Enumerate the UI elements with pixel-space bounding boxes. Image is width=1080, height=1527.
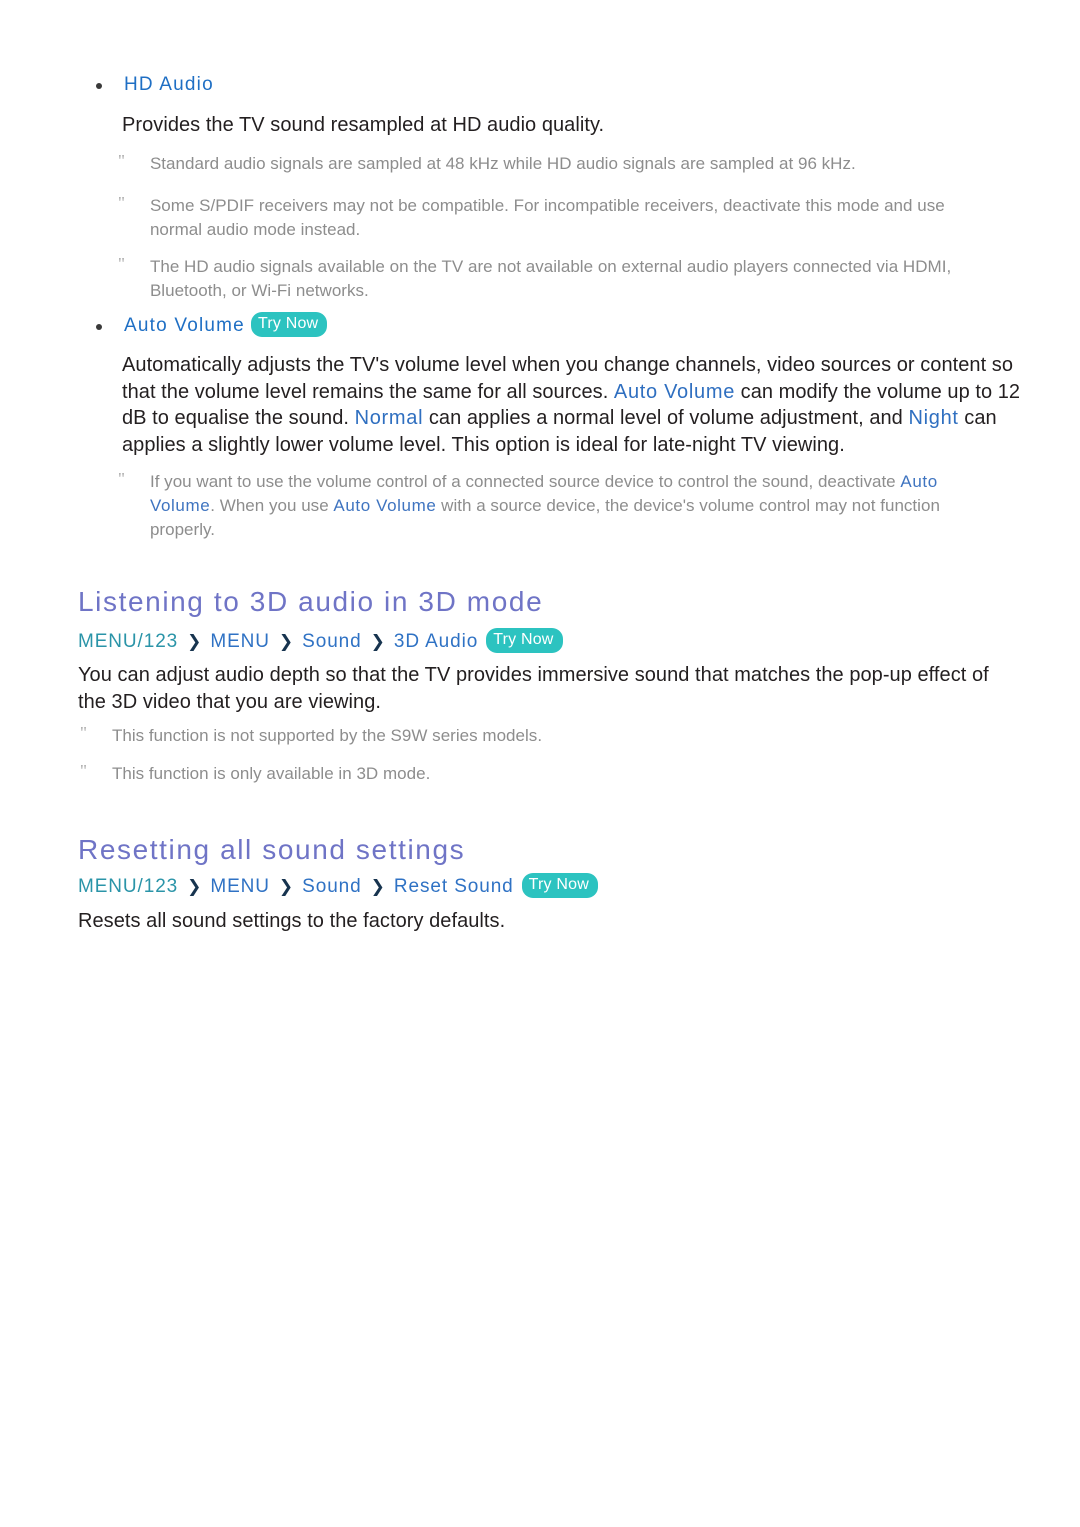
note-item: " This function is only available in 3D … [80, 761, 980, 786]
breadcrumb-item-menu123[interactable]: MENU/123 [78, 876, 178, 898]
chevron-right-icon: ❯ [278, 631, 294, 651]
breadcrumb-item-menu[interactable]: MENU [210, 876, 270, 898]
breadcrumb-item-menu[interactable]: MENU [210, 631, 270, 653]
note-text-part: . When you use [210, 496, 334, 515]
note-marker-icon: " [118, 469, 125, 488]
term-auto-volume: Auto Volume [613, 380, 736, 403]
term-auto-volume: Auto Volume [333, 496, 437, 515]
note-text: If you want to use the volume control of… [150, 470, 998, 542]
note-marker-icon: " [80, 723, 87, 742]
bullet-dot-icon [96, 323, 102, 330]
breadcrumb-3d-audio: MENU/123 ❯ MENU ❯ Sound ❯ 3D Audio Try N… [78, 628, 563, 654]
section-3d-audio-paragraph: You can adjust audio depth so that the T… [78, 664, 989, 713]
breadcrumb-item-sound[interactable]: Sound [302, 631, 361, 653]
manual-page: HD Audio Provides the TV sound resampled… [0, 0, 1080, 1527]
bullet-item-hd-audio: HD Audio [96, 74, 214, 96]
note-marker-icon: " [80, 761, 87, 780]
breadcrumb-item-3d-audio[interactable]: 3D Audio [394, 631, 478, 653]
note-text-part: If you want to use the volume control of… [149, 472, 901, 491]
chevron-right-icon: ❯ [278, 876, 294, 896]
chevron-right-icon: ❯ [187, 876, 202, 896]
note-text: The HD audio signals available on the TV… [149, 257, 952, 300]
note-item: " Some S/PDIF receivers may not be compa… [118, 193, 988, 242]
note-item: " The HD audio signals available on the … [118, 254, 988, 303]
bullet-label-hd-audio: HD Audio [124, 74, 214, 95]
section-title-reset-sound: Resetting all sound settings [78, 834, 466, 865]
try-now-badge[interactable]: Try Now [486, 628, 563, 653]
chevron-right-icon: ❯ [370, 631, 385, 651]
note-text: This function is only available in 3D mo… [111, 764, 431, 783]
chevron-right-icon: ❯ [187, 631, 202, 651]
note-text: Standard audio signals are sampled at 48… [149, 154, 856, 173]
breadcrumb-item-reset-sound[interactable]: Reset Sound [394, 876, 514, 898]
bullet-label-auto-volume: Auto Volume [124, 314, 245, 336]
breadcrumb-reset-sound: MENU/123 ❯ MENU ❯ Sound ❯ Reset Sound Tr… [78, 873, 599, 899]
hd-audio-description: Provides the TV sound resampled at HD au… [122, 114, 605, 136]
breadcrumb-item-menu123[interactable]: MENU/123 [78, 631, 178, 653]
term-night: Night [908, 407, 959, 429]
note-text: This function is not supported by the S9… [111, 726, 543, 745]
section-reset-sound-paragraph: Resets all sound settings to the factory… [78, 910, 506, 932]
note-marker-icon: " [118, 193, 125, 212]
auto-volume-paragraph: Automatically adjusts the TV's volume le… [122, 352, 1034, 458]
note-text: Some S/PDIF receivers may not be compati… [149, 196, 945, 239]
paragraph-text-part: can applies a normal level of volume adj… [423, 407, 909, 429]
note-item: " This function is not supported by the … [80, 723, 980, 748]
try-now-badge[interactable]: Try Now [250, 312, 328, 337]
term-normal: Normal [354, 407, 424, 429]
note-item: " If you want to use the volume control … [118, 469, 998, 542]
bullet-dot-icon [96, 83, 102, 89]
chevron-right-icon: ❯ [370, 876, 385, 896]
try-now-badge[interactable]: Try Now [521, 873, 599, 898]
section-title-3d-audio: Listening to 3D audio in 3D mode [78, 586, 544, 617]
bullet-item-auto-volume: Auto Volume Try Now [96, 312, 328, 338]
breadcrumb-item-sound[interactable]: Sound [302, 876, 361, 898]
note-marker-icon: " [118, 151, 125, 170]
note-marker-icon: " [118, 254, 125, 273]
note-item: " Standard audio signals are sampled at … [118, 151, 1038, 176]
